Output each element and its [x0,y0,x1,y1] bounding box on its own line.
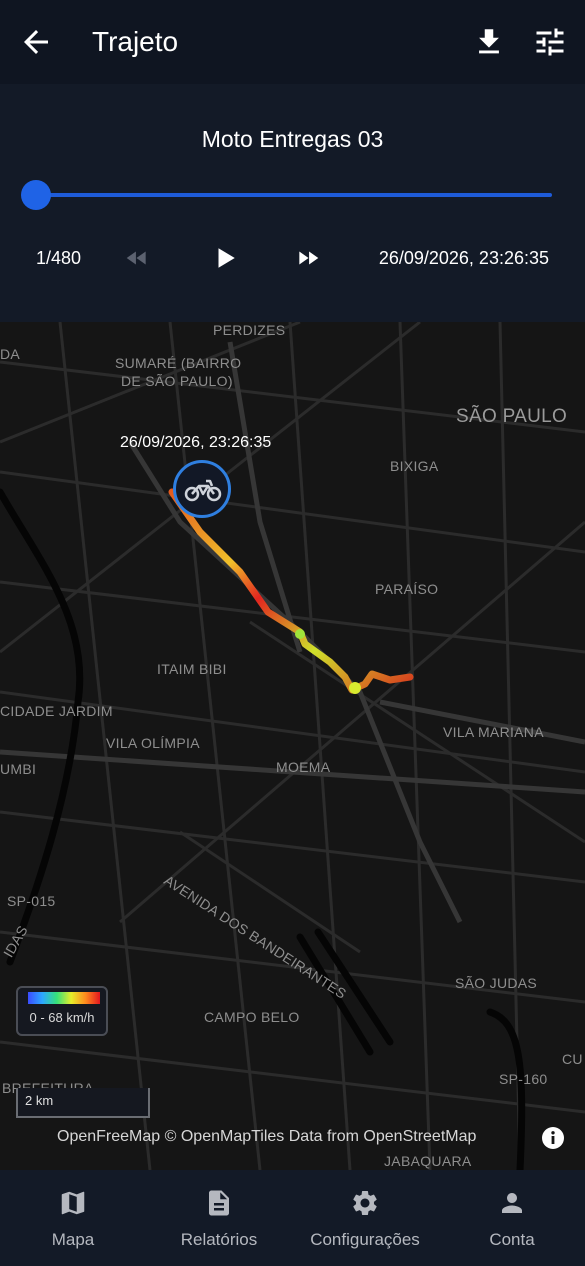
tune-icon[interactable] [532,24,568,60]
speed-legend: 0 - 68 km/h [16,986,108,1036]
scale-bar: 2 km [16,1088,150,1118]
map-label: DA [0,346,21,362]
play-icon[interactable] [212,244,238,272]
map-label: CIDADE JARDIM [0,703,113,719]
position-counter: 1/480 [36,248,82,268]
app-bar: Trajeto [0,0,585,84]
info-icon[interactable] [541,1126,565,1150]
nav-label: Mapa [51,1230,95,1249]
fast-forward-icon[interactable] [292,245,324,271]
speed-legend-label: 0 - 68 km/h [29,1010,95,1025]
nav-label: Configurações [310,1230,420,1249]
nav-label: Relatórios [180,1230,258,1249]
nav-item-mapa[interactable]: Mapa [0,1188,146,1250]
map-label: VILA MARIANA [443,724,544,740]
map-attribution[interactable]: OpenFreeMap © OpenMapTiles Data from Ope… [57,1128,476,1146]
marker-timestamp: 26/09/2026, 23:26:35 [120,434,272,451]
map-label: SP-015 [7,893,56,909]
map-label: SP-160 [499,1071,548,1087]
map-label: JABAQUARA [384,1153,472,1169]
back-arrow-icon[interactable] [18,24,54,60]
timeline-slider-thumb[interactable] [21,180,51,210]
map-label: MOEMA [276,759,331,775]
map-icon [61,1191,85,1215]
vehicle-marker[interactable] [173,460,231,518]
bottom-navigation: Mapa Relatórios Configurações Conta [0,1170,585,1266]
playback-timestamp: 26/09/2026, 23:26:35 [378,248,549,268]
map-label: BIXIGA [390,458,439,474]
person-icon [502,1193,522,1213]
map-label: SÃO JUDAS [455,975,538,991]
motorcycle-icon [184,479,222,502]
document-icon [209,1190,229,1216]
page-title: Trajeto [92,26,179,57]
map-label: VILA OLÍMPIA [106,735,200,751]
map-view[interactable]: PERDIZES DA SUMARÉ (BAIRRO DE SÃO PAULO)… [0,322,585,1170]
route-path [168,488,414,694]
playback-panel [0,84,585,322]
speed-gradient [28,992,100,1004]
map-label: ITAIM BIBI [157,661,227,677]
timeline-slider[interactable] [36,193,552,197]
map-label: SUMARÉ (BAIRRO [115,355,242,371]
gear-icon [353,1191,377,1215]
nav-item-relatorios[interactable]: Relatórios [146,1188,292,1250]
map-label: DE SÃO PAULO) [121,373,233,389]
map-label: CU [562,1051,583,1067]
map-label: SÃO PAULO [456,406,568,427]
map-label: PERDIZES [213,322,286,338]
map-label: UMBI [0,761,37,777]
scale-label: 2 km [25,1093,54,1108]
map-label: CAMPO BELO [204,1009,300,1025]
map-label: PARAÍSO [375,581,439,597]
nav-item-configuracoes[interactable]: Configurações [292,1188,438,1250]
nav-item-conta[interactable]: Conta [439,1188,585,1250]
download-icon[interactable] [472,24,506,60]
device-name: Moto Entregas 03 [201,126,384,152]
rewind-icon[interactable] [122,245,152,271]
nav-label: Conta [489,1230,535,1249]
